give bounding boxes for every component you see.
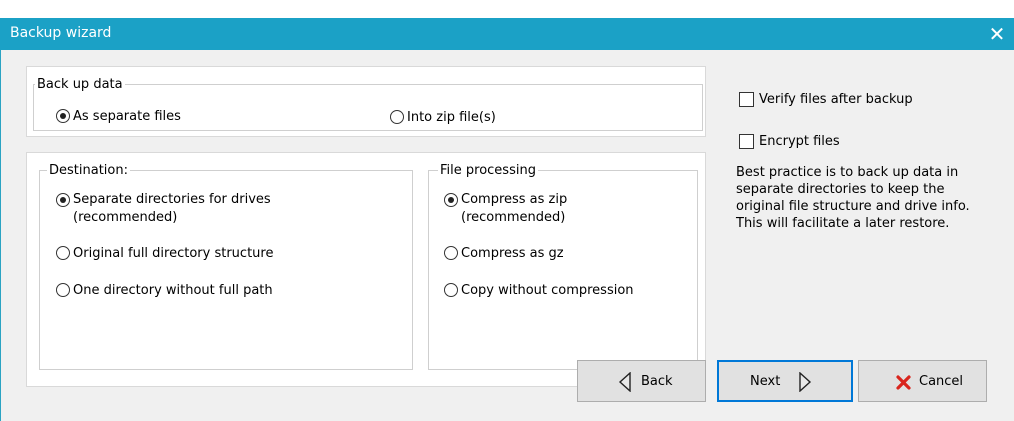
cancel-button[interactable]: Cancel (858, 360, 987, 402)
radio-button[interactable] (444, 246, 458, 260)
radio-label: Into zip file(s) (407, 110, 496, 125)
checkbox-label: Encrypt files (759, 134, 840, 149)
radio-label: One directory without full path (73, 283, 273, 298)
next-button[interactable]: Next (717, 360, 853, 402)
radio-label: Compress as zip (461, 192, 568, 207)
window-title: Backup wizard (10, 25, 112, 41)
back-button[interactable]: Back (577, 360, 706, 402)
title-bar: Backup wizard ✕ (0, 18, 1014, 50)
cancel-button-label: Cancel (919, 374, 964, 389)
next-button-label: Next (750, 374, 781, 389)
close-icon[interactable]: ✕ (984, 20, 1010, 48)
radio-label: Original full directory structure (73, 246, 274, 261)
help-description: Best practice is to back up data in sepa… (736, 165, 970, 231)
radio-button[interactable] (444, 193, 458, 207)
triangle-right-icon (799, 372, 812, 392)
radio-button[interactable] (56, 246, 70, 260)
destination-legend: Destination: (47, 163, 130, 179)
checkbox-label: Verify files after backup (759, 92, 913, 107)
radio-label: Separate directories for drives (73, 192, 271, 207)
radio-button[interactable] (444, 283, 458, 297)
checkbox-box[interactable] (739, 134, 754, 149)
radio-label: Compress as gz (461, 246, 564, 261)
content-area: Back up data As separate files Into zip … (1, 50, 1013, 421)
radio-label: As separate files (73, 109, 181, 124)
triangle-left-icon (618, 372, 631, 392)
radio-label-secondary: (recommended) (461, 210, 566, 225)
back-up-data-legend: Back up data (35, 77, 125, 93)
radio-button[interactable] (56, 193, 70, 207)
radio-button[interactable] (56, 109, 70, 123)
top-strip (0, 0, 1014, 18)
checkbox-box[interactable] (739, 92, 754, 107)
red-x-icon (896, 375, 911, 390)
radio-label: Copy without compression (461, 283, 634, 298)
back-button-label: Back (641, 374, 673, 389)
radio-button[interactable] (56, 283, 70, 297)
radio-button[interactable] (390, 110, 404, 124)
file-processing-legend: File processing (438, 163, 538, 179)
radio-label-secondary: (recommended) (73, 210, 178, 225)
